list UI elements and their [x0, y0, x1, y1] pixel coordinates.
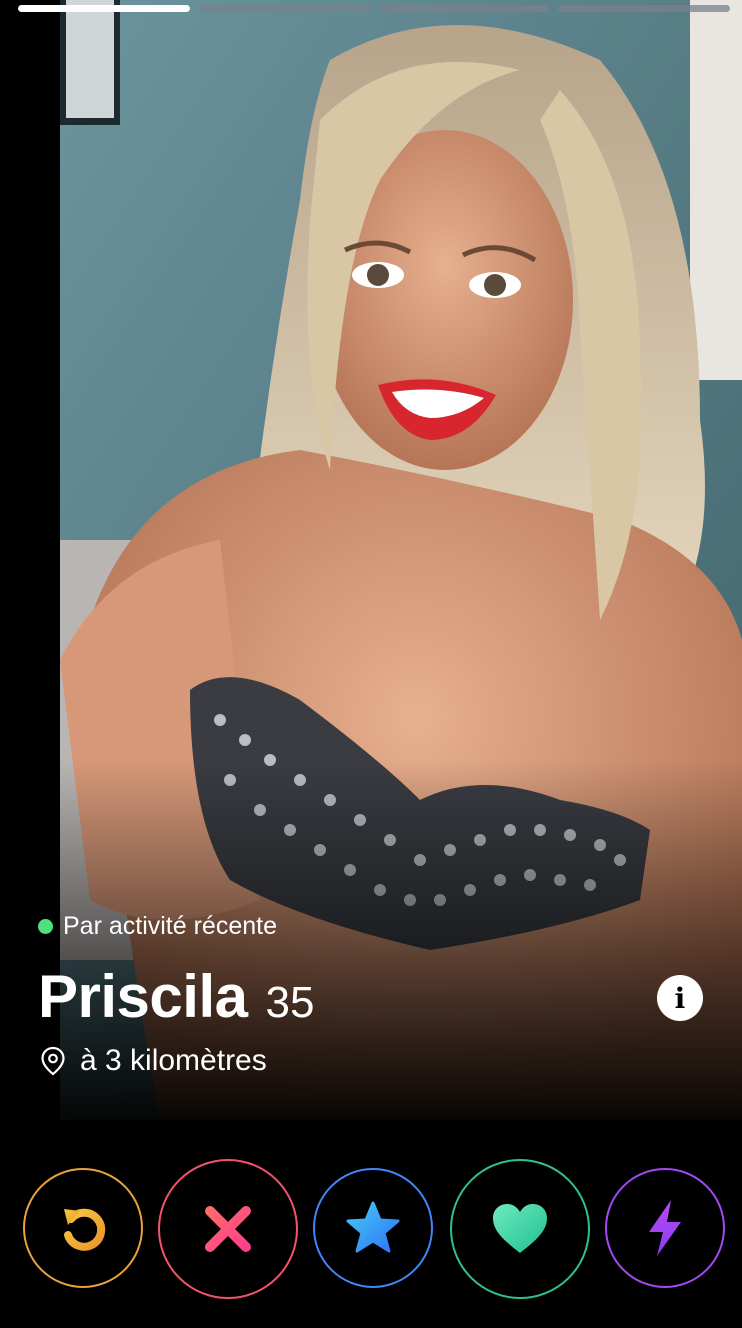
heart-icon	[493, 1204, 547, 1253]
progress-segment[interactable]	[558, 5, 730, 12]
info-button[interactable]: i	[657, 975, 703, 1021]
profile-name: Priscila	[38, 963, 248, 1030]
super-like-button[interactable]	[313, 1168, 433, 1288]
progress-segment[interactable]	[378, 5, 550, 12]
activity-label: Par activité récente	[63, 912, 277, 940]
distance-row: à 3 kilomètres	[40, 1044, 267, 1078]
bolt-icon	[649, 1200, 681, 1256]
activity-status: Par activité récente	[38, 912, 277, 941]
rewind-button[interactable]	[23, 1168, 143, 1288]
online-dot-icon	[38, 919, 53, 934]
distance-label: à 3 kilomètres	[80, 1044, 267, 1077]
star-icon	[346, 1201, 400, 1253]
profile-age: 35	[265, 978, 315, 1027]
name-age-row: Priscila 35	[38, 962, 314, 1031]
info-icon: i	[674, 981, 686, 1015]
nope-button[interactable]	[158, 1159, 298, 1299]
progress-segment[interactable]	[198, 5, 370, 12]
close-icon	[205, 1206, 251, 1252]
boost-button[interactable]	[605, 1168, 725, 1288]
like-button[interactable]	[450, 1159, 590, 1299]
rewind-icon	[64, 1208, 106, 1251]
photo-progress-bar	[18, 5, 730, 12]
action-bar	[0, 1150, 742, 1310]
progress-segment[interactable]	[18, 5, 190, 12]
profile-card[interactable]: Par activité récente Priscila 35 à 3 kil…	[0, 0, 742, 1120]
location-pin-icon	[41, 1046, 65, 1076]
